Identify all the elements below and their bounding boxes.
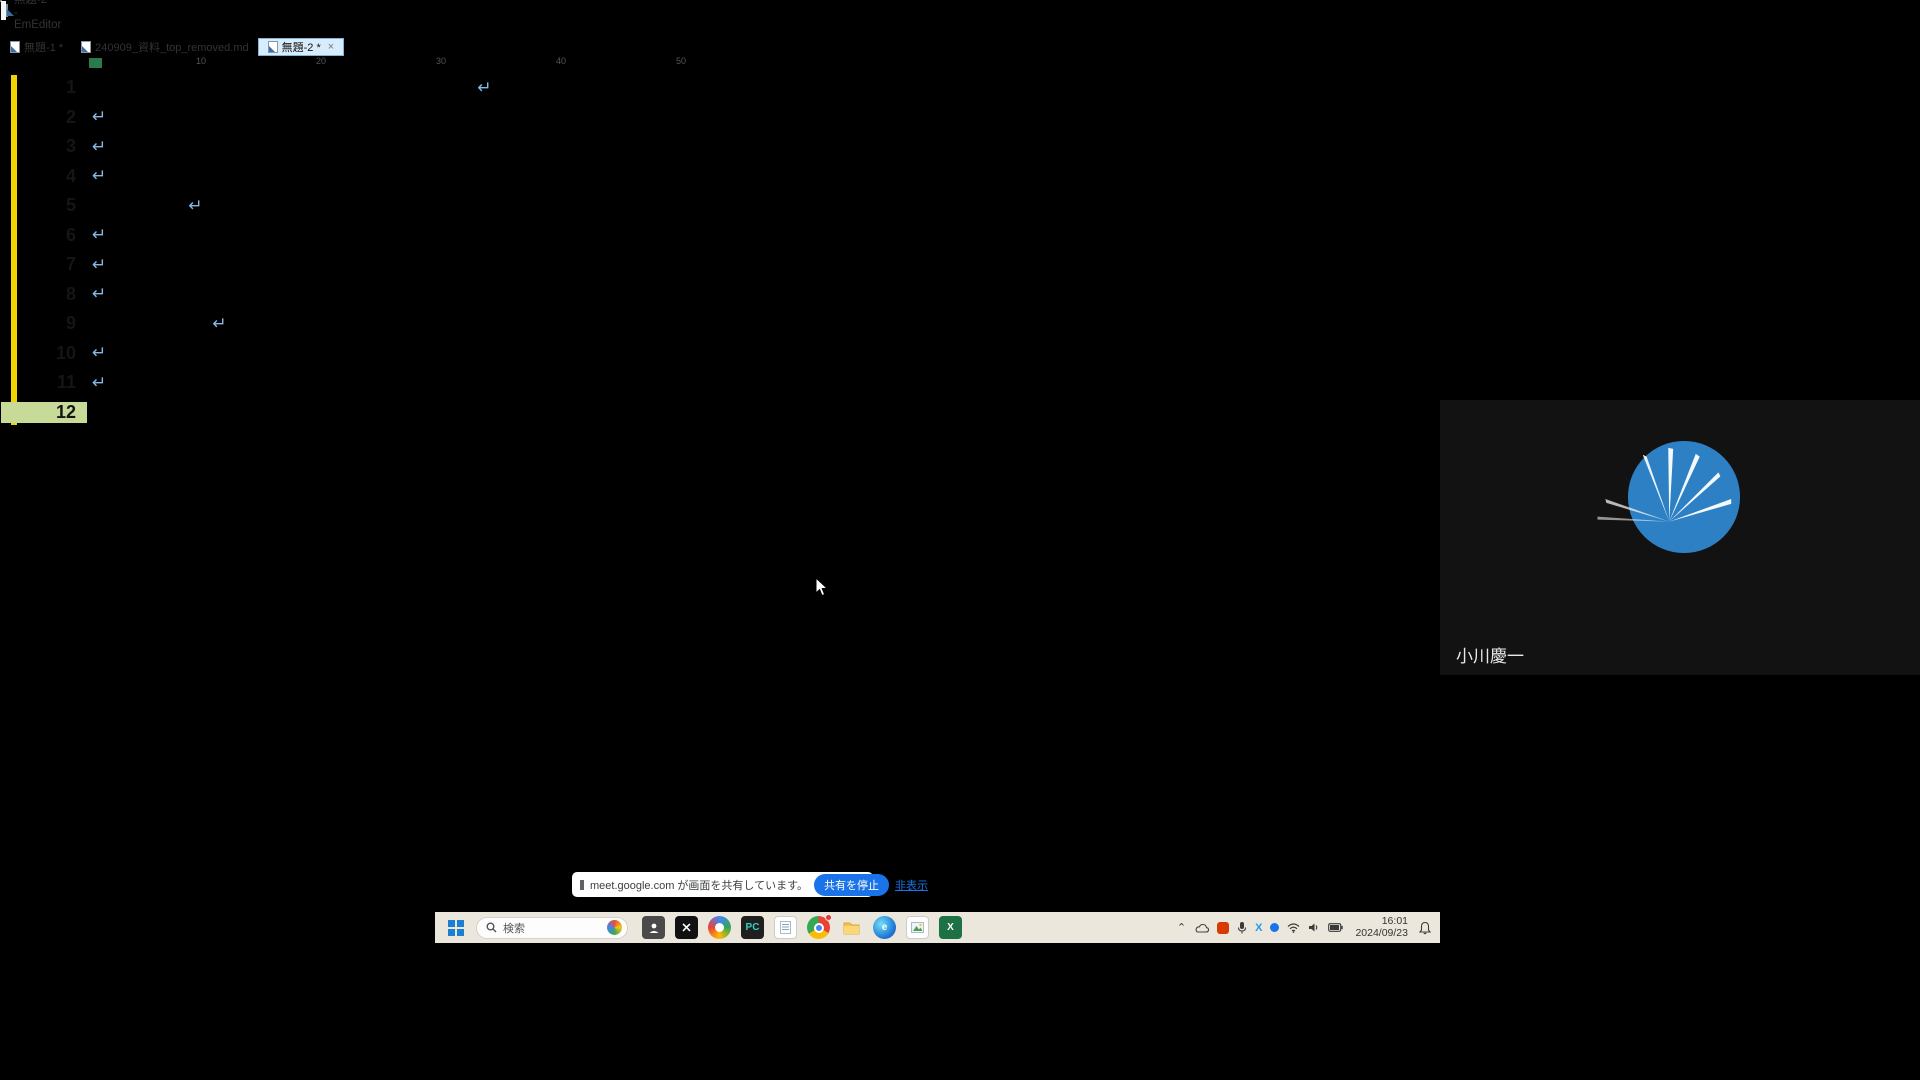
file-explorer-icon[interactable] bbox=[840, 916, 863, 939]
line-number: 11 bbox=[1, 372, 87, 393]
document-icon bbox=[10, 41, 20, 53]
meet-share-bar: meet.google.com が画面を共有しています。 共有を停止 非表示 bbox=[572, 872, 873, 897]
line-break-mark: ↵ bbox=[92, 137, 106, 157]
edge-icon[interactable]: e bbox=[873, 916, 896, 939]
line-text: 24019000240190002401900024019000 bbox=[91, 76, 476, 100]
pause-bars-icon bbox=[580, 880, 584, 890]
presenter-name: 小川慶一 bbox=[1456, 642, 1524, 667]
text-caret bbox=[116, 401, 118, 424]
share-message: meet.google.com が画面を共有しています。 bbox=[590, 877, 808, 893]
ruler-number: 10 bbox=[89, 56, 209, 68]
windows-start-icon[interactable] bbox=[448, 920, 464, 936]
wifi-icon[interactable] bbox=[1287, 923, 1300, 933]
document-icon bbox=[268, 41, 278, 53]
editor-tab-240909-md[interactable]: 240909_資料_top_removed.md bbox=[72, 38, 257, 56]
edge-beta-icon[interactable] bbox=[708, 916, 731, 939]
document-icon bbox=[81, 41, 91, 53]
search-icon bbox=[486, 922, 497, 933]
hide-link[interactable]: 非表示 bbox=[895, 877, 928, 893]
windows-taskbar: 検索 PC e X ⌃ X 16:01 2024/09/23 bbox=[435, 912, 1440, 943]
line-break-mark: ↵ bbox=[92, 225, 106, 245]
line-break-mark: ↵ bbox=[92, 107, 106, 127]
ruler-number: 50 bbox=[569, 56, 689, 68]
chrome-icon[interactable] bbox=[807, 916, 830, 939]
presenter-logo bbox=[1625, 438, 1743, 556]
line-text: 24/01/90/ bbox=[91, 312, 211, 336]
mouse-cursor bbox=[815, 577, 829, 597]
ime-red-app-icon[interactable] bbox=[1217, 922, 1229, 934]
taskbar-search-box[interactable]: 検索 bbox=[476, 917, 628, 939]
line-number: 7 bbox=[1, 254, 87, 275]
line-break-mark: ↵ bbox=[477, 78, 491, 98]
photos-icon[interactable] bbox=[906, 916, 929, 939]
search-highlights-icon[interactable] bbox=[607, 920, 622, 935]
onedrive-cloud-icon[interactable] bbox=[1194, 923, 1209, 933]
remote-person-icon[interactable] bbox=[642, 916, 665, 939]
tray-chevron-up-icon[interactable]: ⌃ bbox=[1177, 921, 1186, 934]
ruler-number: 20 bbox=[209, 56, 329, 68]
line-number: 2 bbox=[1, 107, 87, 128]
emeditor-app-icon bbox=[6, 4, 8, 17]
emeditor-window: 無題-2 * - EmEditor ファイル(F)編集(E)挿入(I)変換(T)… bbox=[0, 0, 2, 2]
line-number: 9 bbox=[1, 313, 87, 334]
battery-icon[interactable] bbox=[1328, 923, 1343, 932]
line-break-mark: ↵ bbox=[92, 255, 106, 275]
taskbar-clock[interactable]: 16:01 2024/09/23 bbox=[1355, 916, 1408, 939]
line-break-mark: ↵ bbox=[212, 314, 226, 334]
ruler-number: 30 bbox=[329, 56, 449, 68]
line-break-mark: ↵ bbox=[92, 343, 106, 363]
editor-tab-untitled-1[interactable]: 無題-1 * bbox=[1, 38, 72, 56]
x-app-icon[interactable]: X bbox=[1255, 922, 1262, 934]
ruler-number: 40 bbox=[449, 56, 569, 68]
tab-close-icon[interactable] bbox=[325, 41, 334, 53]
pc-app-icon[interactable]: PC bbox=[741, 916, 764, 939]
presenter-video-tile[interactable]: 小川慶一 bbox=[1440, 400, 1920, 675]
line-number: 4 bbox=[1, 166, 87, 187]
stop-sharing-button[interactable]: 共有を停止 bbox=[814, 874, 889, 896]
line-number: 5 bbox=[1, 195, 87, 216]
line-break-mark: ↵ bbox=[92, 373, 106, 393]
ruler-numbers: 1020304050 bbox=[89, 56, 689, 68]
editor-tab-untitled-2-active[interactable]: 無題-2 * bbox=[258, 38, 345, 56]
line-text: // bbox=[91, 400, 115, 424]
line-number: 10 bbox=[1, 343, 87, 364]
line-break-mark: ↵ bbox=[188, 196, 202, 216]
excel-icon[interactable]: X bbox=[939, 916, 962, 939]
notification-badge bbox=[825, 914, 832, 921]
line-number: 1 bbox=[1, 77, 87, 98]
clock-date: 2024/09/23 bbox=[1355, 927, 1408, 939]
search-placeholder: 検索 bbox=[503, 920, 601, 936]
taskbar-apps: PC e X bbox=[642, 916, 962, 939]
line-number: 6 bbox=[1, 225, 87, 246]
emeditor-titlebar[interactable]: 無題-2 * - EmEditor bbox=[1, 1, 6, 20]
line-break-mark: ↵ bbox=[92, 284, 106, 304]
notepad-icon[interactable] bbox=[774, 916, 797, 939]
line-break-mark: ↵ bbox=[92, 166, 106, 186]
emeditor-window-title: 無題-2 * - EmEditor bbox=[14, 0, 61, 31]
line-number: 8 bbox=[1, 284, 87, 305]
line-text: 24019000 bbox=[91, 194, 187, 218]
line-number: 12 bbox=[1, 402, 87, 423]
blue-dot-app-icon[interactable] bbox=[1270, 923, 1279, 932]
tab-label: 無題-1 * bbox=[24, 39, 63, 55]
volume-icon[interactable] bbox=[1308, 922, 1320, 933]
system-tray: ⌃ X 16:01 2024/09/23 bbox=[1177, 916, 1440, 939]
xbox-icon[interactable] bbox=[675, 916, 698, 939]
tab-label: 無題-2 * bbox=[282, 39, 321, 55]
tab-label: 240909_資料_top_removed.md bbox=[95, 39, 248, 55]
microphone-icon[interactable] bbox=[1237, 921, 1247, 934]
line-number: 3 bbox=[1, 136, 87, 157]
notification-bell-icon[interactable] bbox=[1418, 921, 1432, 935]
ruler-cursor-marker bbox=[89, 58, 102, 68]
clock-time: 16:01 bbox=[1382, 915, 1408, 927]
